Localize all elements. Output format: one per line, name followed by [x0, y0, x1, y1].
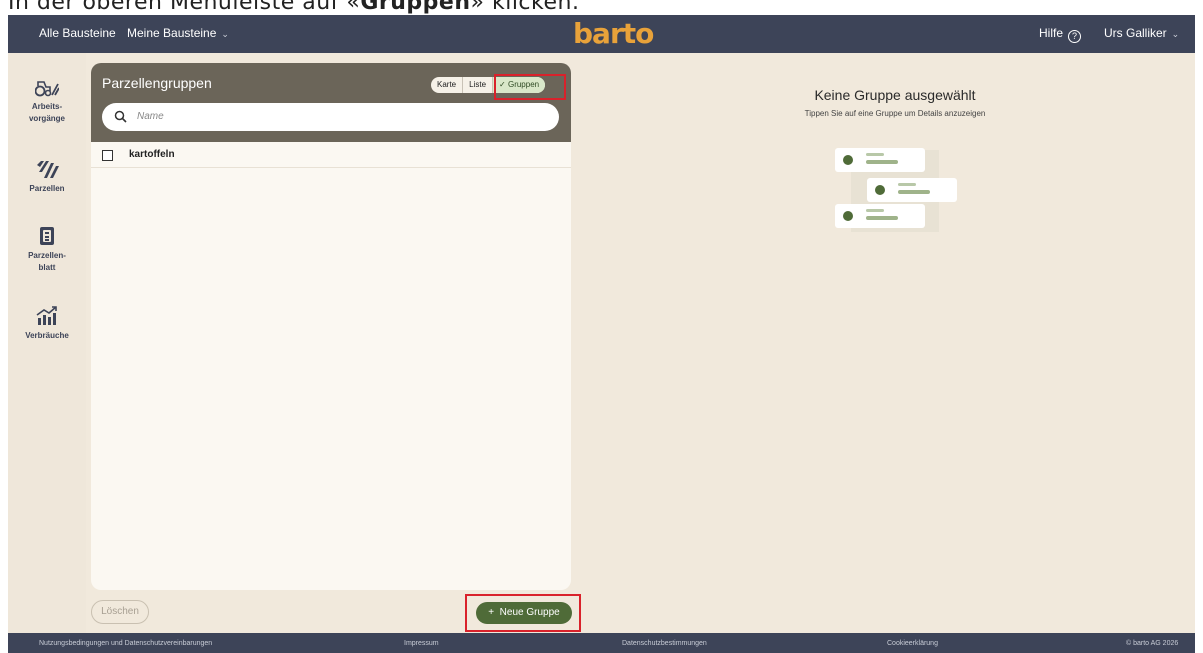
sidebar-item-parzellenblatt[interactable]: Parzellen- blatt: [8, 226, 86, 274]
document-icon: [40, 227, 54, 245]
empty-state-illustration: [835, 148, 957, 232]
sidebar-item-arbeitsvorgaenge[interactable]: Arbeits- vorgänge: [8, 81, 86, 125]
app-body: Arbeits- vorgänge Parzellen Parzellen- b…: [8, 53, 1195, 633]
search-input[interactable]: Name: [102, 103, 559, 131]
help-link[interactable]: Hilfe?: [1039, 26, 1082, 43]
sidebar-item-parzellen[interactable]: Parzellen: [8, 159, 86, 195]
detail-title: Keine Gruppe ausgewählt: [814, 87, 976, 103]
tractor-icon: [35, 81, 59, 97]
sidebar-item-label: Parzellen- blatt: [28, 251, 66, 272]
highlight-new-group: [465, 594, 581, 632]
sidebar-item-label: Parzellen: [29, 184, 65, 193]
detail-subtitle: Tippen Sie auf eine Gruppe um Details an…: [804, 109, 986, 118]
footer-terms-link[interactable]: Nutzungsbedingungen und Datenschutzverei…: [39, 640, 212, 647]
chevron-down-icon: ⌄: [221, 29, 229, 39]
tab-liste[interactable]: Liste: [463, 77, 494, 93]
sidebar-item-label: Verbräuche: [25, 331, 69, 340]
group-name: kartoffeln: [129, 149, 175, 160]
search-icon: [114, 110, 127, 123]
sidebar-item-label: Arbeits- vorgänge: [28, 102, 65, 123]
footer-cookies-link[interactable]: Cookieerklärung: [887, 640, 938, 647]
list-item[interactable]: kartoffeln: [91, 142, 571, 168]
field-icon: [37, 161, 59, 178]
nav-my-modules[interactable]: Meine Bausteine ⌄: [127, 26, 229, 40]
help-icon: ?: [1068, 30, 1082, 43]
user-menu[interactable]: Urs Galliker ⌄: [1104, 26, 1179, 40]
group-list-panel: Parzellengruppen Karte Liste ✓ Gruppen N…: [91, 63, 571, 590]
footer: Nutzungsbedingungen und Datenschutzverei…: [8, 633, 1195, 653]
row-checkbox[interactable]: [102, 150, 113, 161]
sidebar: Arbeits- vorgänge Parzellen Parzellen- b…: [8, 53, 86, 633]
tab-karte[interactable]: Karte: [431, 77, 464, 93]
panel-title: Parzellengruppen: [102, 75, 212, 91]
delete-button[interactable]: Löschen: [91, 600, 149, 624]
nav-all-modules[interactable]: Alle Bausteine: [39, 26, 116, 40]
sidebar-item-verbraeuche[interactable]: Verbräuche: [8, 306, 86, 342]
instruction-text: In der oberen Menüleiste auf «Gruppen» k…: [8, 0, 580, 15]
chart-icon: [36, 306, 57, 325]
top-menu-bar: Alle Bausteine Meine Bausteine ⌄ barto Hi…: [8, 15, 1195, 53]
footer-privacy-link[interactable]: Datenschutzbestimmungen: [622, 640, 707, 647]
footer-imprint-link[interactable]: Impressum: [404, 640, 439, 647]
footer-copyright: © barto AG 2026: [1126, 640, 1179, 647]
highlight-gruppen: [494, 74, 566, 100]
search-placeholder: Name: [137, 111, 164, 122]
chevron-down-icon: ⌄: [1171, 29, 1180, 39]
brand-logo[interactable]: barto: [573, 17, 654, 50]
